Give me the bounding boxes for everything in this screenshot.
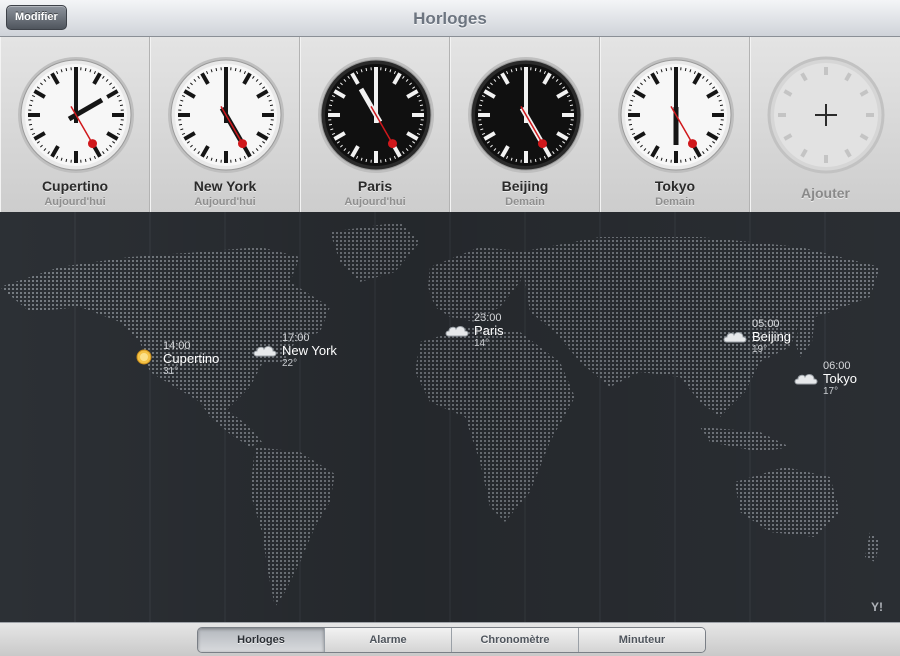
clock-beijing[interactable]: Beijing Demain: [450, 37, 600, 212]
page-title: Horloges: [413, 9, 487, 28]
analog-clock-icon: [166, 55, 286, 175]
analog-clock-icon: [16, 55, 136, 175]
pin-temp: 14°: [474, 338, 490, 349]
sun-icon: [136, 349, 152, 365]
clock-city-label: Paris: [357, 178, 393, 194]
tab-alarme[interactable]: Alarme: [325, 628, 452, 652]
pin-city: Paris: [474, 323, 504, 338]
cloud-icon: [445, 326, 469, 337]
yahoo-logo-icon[interactable]: Y!: [866, 599, 888, 615]
clock-city-label: New York: [193, 178, 257, 194]
navigation-bar: Modifier Horloges: [0, 0, 900, 37]
add-clock-label: Ajouter: [801, 185, 850, 201]
clock-city-label: Tokyo: [654, 178, 696, 194]
pin-temp: 17°: [823, 386, 839, 397]
clock-cupertino[interactable]: Cupertino Aujourd'hui: [0, 37, 150, 212]
cloud-icon: [253, 346, 277, 357]
clock-city-label: Cupertino: [41, 178, 109, 194]
world-map-graphic: [0, 212, 900, 622]
pin-city: New York: [282, 343, 337, 358]
tab-bar: Horloges Alarme Chronomètre Minuteur: [0, 622, 900, 656]
clock-city-label: Beijing: [501, 178, 549, 194]
clock-day-label: Aujourd'hui: [44, 196, 106, 208]
clock-paris[interactable]: Paris Aujourd'hui: [300, 37, 450, 212]
clock-tokyo[interactable]: Tokyo Demain: [600, 37, 750, 212]
pin-temp: 19°: [752, 344, 768, 355]
pin-city: Beijing: [752, 329, 792, 344]
clock-day-label: Aujourd'hui: [194, 196, 256, 208]
tab-chronometre[interactable]: Chronomètre: [452, 628, 579, 652]
clock-day-label: Demain: [505, 196, 545, 208]
map-pin-tokyo[interactable]: 06:00 Tokyo 17°: [823, 360, 857, 398]
pin-city: Tokyo: [823, 371, 857, 386]
map-pin-beijing[interactable]: 05:00 Beijing 19°: [752, 318, 791, 356]
clock-new-york[interactable]: New York Aujourd'hui: [150, 37, 300, 212]
analog-clock-icon: [616, 55, 736, 175]
tab-minuteur[interactable]: Minuteur: [579, 628, 705, 652]
pin-city: Cupertino: [163, 351, 220, 366]
map-pin-new-york[interactable]: 17:00 New York 22°: [282, 332, 337, 370]
tab-horloges[interactable]: Horloges: [198, 628, 325, 652]
analog-clock-icon: [316, 55, 436, 175]
cloud-icon: [794, 374, 818, 385]
clock-strip: Cupertino Aujourd'hui New York Aujourd'h…: [0, 37, 900, 212]
cloud-icon: [723, 332, 747, 343]
map-pin-paris[interactable]: 23:00 Paris 14°: [474, 312, 504, 350]
plus-icon: [766, 55, 886, 175]
pin-temp: 22°: [282, 358, 298, 369]
pin-temp: 31°: [163, 366, 179, 377]
map-pin-cupertino[interactable]: 14:00 Cupertino 31°: [163, 340, 219, 378]
analog-clock-icon: [466, 55, 586, 175]
world-map: 14:00 Cupertino 31° 17:00 New York 22° 2…: [0, 212, 900, 622]
add-clock-button[interactable]: Ajouter: [750, 37, 900, 212]
segmented-control: Horloges Alarme Chronomètre Minuteur: [197, 627, 706, 653]
clock-day-label: Demain: [655, 196, 695, 208]
clock-day-label: Aujourd'hui: [344, 196, 406, 208]
